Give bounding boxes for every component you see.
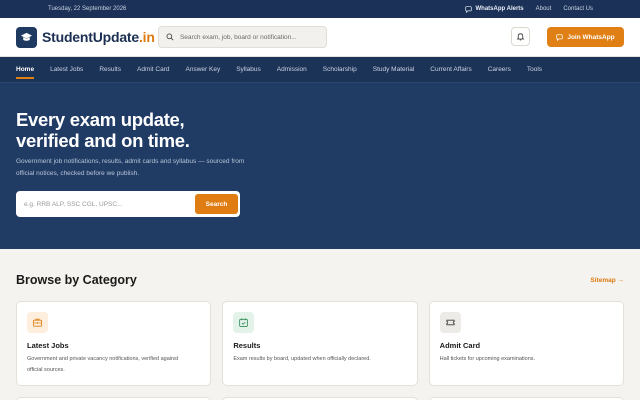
- chat-icon: [556, 33, 564, 41]
- about-link[interactable]: About: [536, 6, 552, 12]
- search-icon: [166, 33, 174, 41]
- card-desc-line1: Hall tickets for upcoming examinations.: [439, 356, 536, 362]
- hero-title-line1: Every exam update,: [16, 109, 185, 130]
- join-whatsapp-label: Join WhatsApp: [567, 33, 615, 41]
- card-description: Government and private vacancy notificat…: [27, 354, 200, 376]
- whatsapp-alerts-link[interactable]: WhatsApp Alerts: [464, 5, 524, 13]
- main-nav: Home Latest Jobs Results Admit Card Answ…: [0, 57, 640, 82]
- logo-accent: .in: [138, 29, 155, 45]
- hero-search-input[interactable]: [24, 200, 195, 208]
- hero-subtitle-line1: Government job notifications, results, a…: [16, 158, 245, 165]
- nav-scholarship[interactable]: Scholarship: [315, 57, 365, 82]
- graduation-cap-icon: [16, 26, 37, 48]
- nav-admission[interactable]: Admission: [269, 57, 315, 82]
- whatsapp-alerts-label: WhatsApp Alerts: [475, 6, 524, 12]
- nav-results[interactable]: Results: [91, 57, 129, 82]
- nav-admit-card[interactable]: Admit Card: [129, 57, 178, 82]
- hero-section: Every exam update, verified and on time.…: [0, 82, 640, 249]
- category-card-admit-card[interactable]: Admit Card Hall tickets for upcoming exa…: [428, 301, 624, 386]
- card-desc-line1: Exam results by board, updated when offi…: [233, 356, 371, 362]
- nav-current-affairs[interactable]: Current Affairs: [422, 57, 479, 82]
- card-desc-line2: official sources.: [27, 367, 65, 373]
- site-logo[interactable]: StudentUpdate.in: [16, 26, 155, 48]
- browse-header: Browse by Category Sitemap →: [16, 273, 624, 287]
- category-card-results[interactable]: Results Exam results by board, updated w…: [222, 301, 418, 386]
- chat-icon: [464, 5, 472, 13]
- category-cards: Latest Jobs Government and private vacan…: [16, 301, 624, 386]
- card-title: Latest Jobs: [27, 341, 69, 350]
- join-whatsapp-button[interactable]: Join WhatsApp: [547, 27, 624, 47]
- header-search-input[interactable]: [179, 33, 319, 41]
- hero-subtitle-line2: official notices, checked before we publ…: [16, 170, 140, 177]
- site-header: StudentUpdate.in Join WhatsApp: [0, 18, 640, 57]
- nav-home[interactable]: Home: [16, 57, 42, 82]
- nav-syllabus[interactable]: Syllabus: [228, 57, 269, 82]
- hero-title: Every exam update, verified and on time.: [16, 109, 624, 151]
- notifications-button[interactable]: [511, 27, 530, 46]
- card-desc-line1: Government and private vacancy notificat…: [27, 356, 179, 362]
- browse-section: Browse by Category Sitemap → Latest Jobs…: [0, 249, 640, 400]
- hero-subtitle: Government job notifications, results, a…: [16, 156, 301, 180]
- top-links: WhatsApp Alerts About Contact Us: [464, 5, 593, 13]
- calendar-check-icon: [233, 312, 255, 333]
- hero-search-button[interactable]: Search: [195, 194, 238, 214]
- sitemap-link[interactable]: Sitemap →: [590, 277, 624, 284]
- category-card-latest-jobs[interactable]: Latest Jobs Government and private vacan…: [16, 301, 212, 386]
- browse-title: Browse by Category: [16, 273, 137, 287]
- nav-answer-key[interactable]: Answer Key: [178, 57, 229, 82]
- hero-search: Search: [16, 191, 240, 217]
- card-description: Exam results by board, updated when offi…: [233, 354, 406, 365]
- logo-main: StudentUpdate: [42, 29, 139, 45]
- current-date: Tuesday, 22 September 2026: [48, 6, 127, 12]
- card-title: Admit Card: [439, 341, 481, 350]
- nav-tools[interactable]: Tools: [519, 57, 550, 82]
- nav-careers[interactable]: Careers: [480, 57, 519, 82]
- bell-icon: [516, 33, 525, 41]
- contact-link[interactable]: Contact Us: [563, 6, 593, 12]
- ticket-icon: [439, 312, 461, 333]
- nav-latest-jobs[interactable]: Latest Jobs: [42, 57, 91, 82]
- card-title: Results: [233, 341, 261, 350]
- top-bar: Tuesday, 22 September 2026 WhatsApp Aler…: [0, 0, 640, 18]
- card-description: Hall tickets for upcoming examinations.: [440, 354, 613, 365]
- header-search[interactable]: [158, 26, 327, 48]
- nav-study-material[interactable]: Study Material: [365, 57, 423, 82]
- logo-text: StudentUpdate.in: [42, 29, 155, 45]
- briefcase-icon: [27, 312, 48, 333]
- hero-title-line2: verified and on time.: [16, 130, 190, 151]
